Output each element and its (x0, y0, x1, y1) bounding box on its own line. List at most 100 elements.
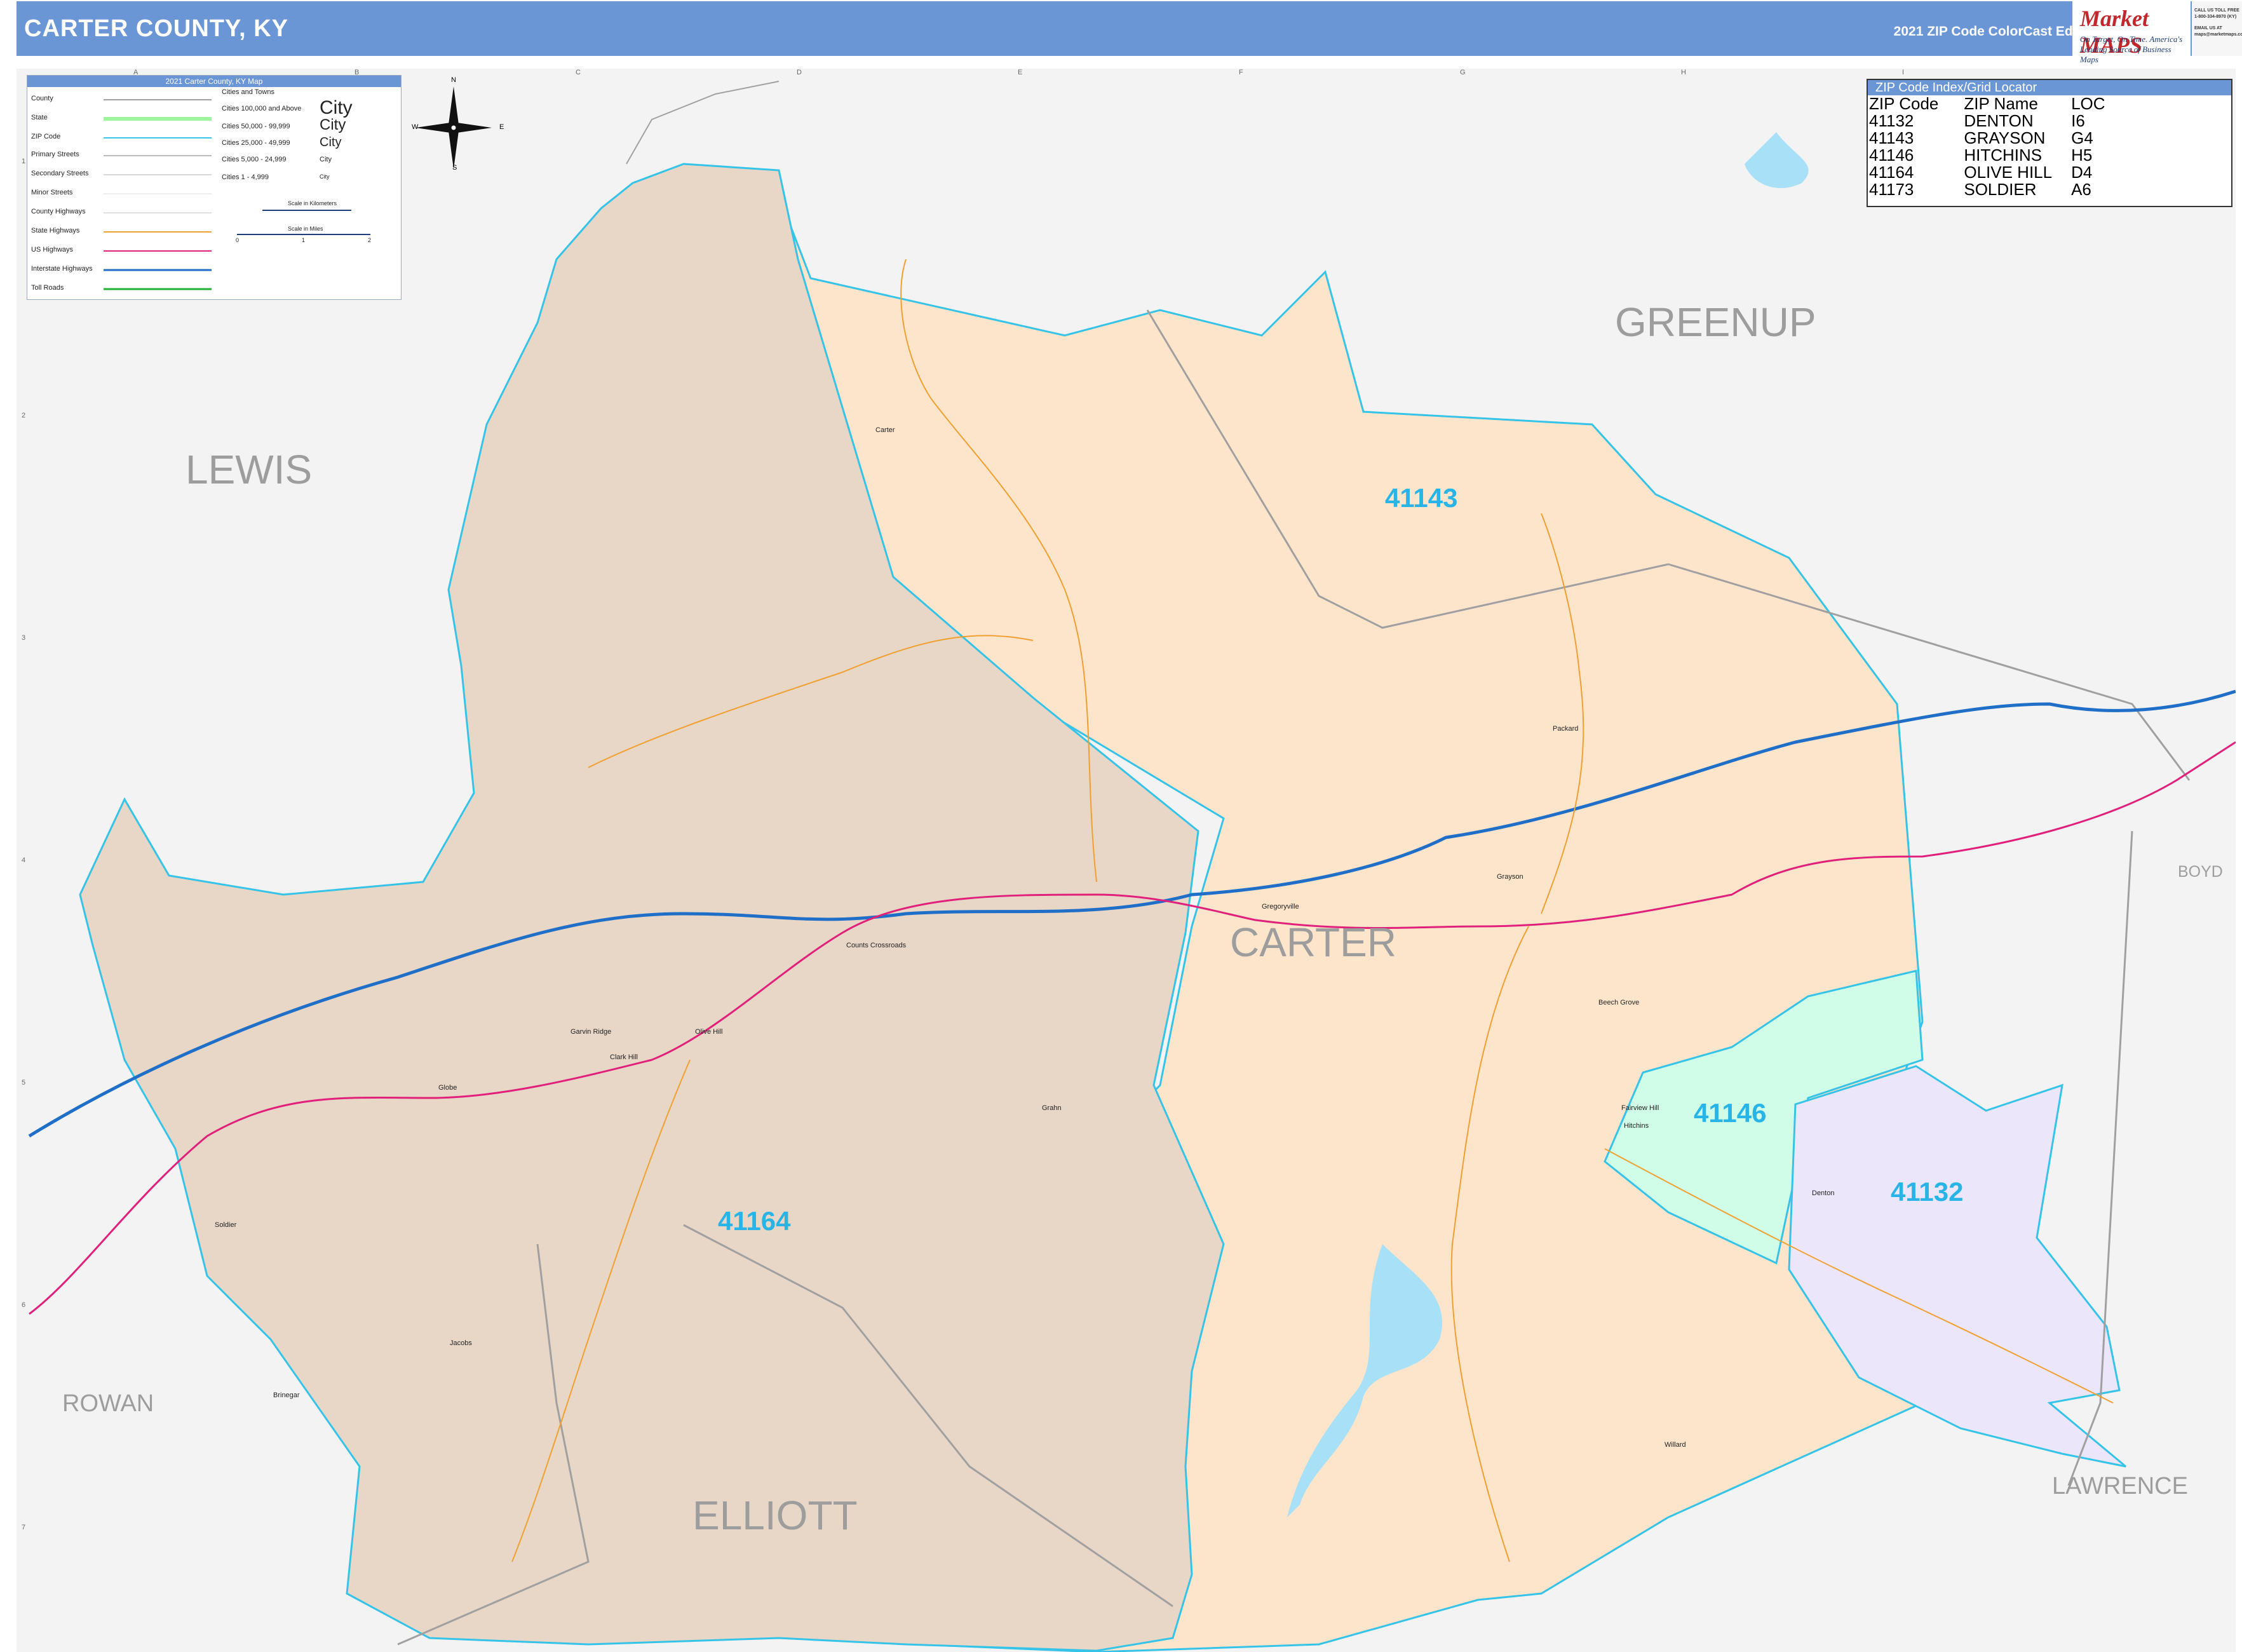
county-label-lawrence: LAWRENCE (2052, 1473, 2188, 1500)
grid-col-label: E (1018, 69, 1023, 76)
legend-scale-mi: Scale in Miles (288, 226, 323, 232)
zip-label-41143: 41143 (1385, 483, 1458, 513)
zip-index-title: ZIP Code Index/Grid Locator (1868, 80, 2231, 95)
zip-loc-cell: D4 (2071, 163, 2093, 182)
legend-city-sample: City (320, 97, 353, 118)
table-row[interactable]: 41173 SOLDIER A6 (1869, 181, 2112, 198)
legend-scale-tick: 2 (368, 237, 372, 243)
contact-line: CALL US TOLL FREE (2194, 8, 2239, 13)
grid-col-label: F (1239, 69, 1243, 76)
town-label: Globe (438, 1084, 457, 1092)
edition-label: 2021 ZIP Code ColorCast Edition (1893, 24, 2101, 39)
compass-e: E (499, 123, 504, 131)
contact-box: CALL US TOLL FREE 1-800-334-8970 (KY) EM… (2192, 1, 2242, 56)
grid-row-label: 3 (22, 634, 26, 642)
county-label-greenup: GREENUP (1615, 299, 1816, 345)
zip-label-41132: 41132 (1891, 1177, 1964, 1207)
town-label: Brinegar (273, 1391, 300, 1399)
town-label: Garvin Ridge (571, 1028, 612, 1036)
town-label: Willard (1665, 1441, 1686, 1449)
legend-cities-heading: Cities and Towns (222, 88, 274, 96)
legend-city-sample: City (320, 156, 332, 163)
zip-code-cell: 41132 (1869, 111, 1914, 130)
zip-index-grid: ZIP Code ZIP Name LOC 41132 DENTON I6 41… (1869, 95, 2112, 198)
grid-row-label: 6 (22, 1301, 26, 1309)
lake-north (1745, 132, 1809, 189)
compass-w: W (412, 123, 419, 131)
legend-scale-km: Scale in Kilometers (288, 200, 337, 207)
county-label-boyd: BOYD (2178, 863, 2223, 881)
town-label: Olive Hill (695, 1028, 723, 1036)
zip-label-41164: 41164 (718, 1206, 791, 1236)
compass-n: N (451, 76, 456, 84)
compass-rose-icon (415, 86, 492, 169)
legend-city-range: Cities 50,000 - 99,999 (222, 123, 290, 130)
town-label: Carter (875, 426, 895, 434)
zip-code-cell: 41146 (1869, 146, 1914, 165)
grid-col-label: D (797, 69, 802, 76)
map-canvas[interactable]: A B C D E F G H I 1 2 3 4 5 6 7 LEWIS GR… (17, 69, 2236, 1652)
map-title: CARTER COUNTY, KY (24, 15, 289, 42)
grid-col-label: H (1681, 69, 1686, 76)
legend-city-range: Cities 1 - 4,999 (222, 173, 269, 181)
town-label: Grayson (1497, 873, 1523, 881)
town-label: Soldier (215, 1221, 237, 1229)
column-header: ZIP Name (1964, 94, 2038, 113)
title-bar: CARTER COUNTY, KY 2021 ZIP Code ColorCas… (17, 1, 2222, 56)
town-label: Packard (1553, 725, 1579, 733)
zip-loc-cell: G4 (2071, 128, 2093, 147)
zip-name-cell: DENTON (1964, 111, 2034, 130)
contact-line: maps@marketmaps.com (2194, 32, 2242, 37)
zip-loc-cell: I6 (2071, 111, 2085, 130)
zip-code-cell: 41173 (1869, 180, 1914, 199)
grid-col-label: I (1902, 69, 1905, 76)
town-label: Counts Crossroads (846, 942, 907, 949)
table-row[interactable]: 41143 GRAYSON G4 (1869, 130, 2112, 147)
county-label-rowan: ROWAN (62, 1390, 154, 1417)
zip-code-cell: 41164 (1869, 163, 1914, 182)
legend-city-range: Cities 100,000 and Above (222, 105, 302, 112)
table-row[interactable]: 41146 HITCHINS H5 (1869, 147, 2112, 164)
table-header-row: ZIP Code ZIP Name LOC (1869, 95, 2112, 112)
map-svg (28, 81, 2236, 1652)
zip-index-table: ZIP Code Index/Grid Locator ZIP Code ZIP… (1867, 79, 2232, 207)
grid-col-label: C (576, 69, 581, 76)
county-label-carter: CARTER (1230, 919, 1396, 965)
town-label: Beech Grove (1598, 999, 1640, 1006)
town-label: Grahn (1042, 1104, 1062, 1112)
grid-row-label: 4 (22, 856, 26, 864)
grid-row-label: 5 (22, 1079, 26, 1087)
zip-name-cell: GRAYSON (1964, 128, 2046, 147)
zip-name-cell: HITCHINS (1964, 146, 2043, 165)
brand-tagline: On Target, On Time. America's Leading So… (2080, 34, 2183, 64)
town-label: Fairview Hill (1621, 1104, 1659, 1112)
zip-name-cell: OLIVE HILL (1964, 163, 2053, 182)
zip-name-cell: SOLDIER (1964, 180, 2037, 199)
table-row[interactable]: 41164 OLIVE HILL D4 (1869, 164, 2112, 181)
legend-city-sample: City (320, 173, 330, 180)
county-label-elliott: ELLIOTT (692, 1493, 858, 1538)
county-boundary (626, 81, 780, 165)
grid-col-label: G (1460, 69, 1466, 76)
legend-city-sample: City (320, 135, 342, 149)
grid-row-label: 7 (22, 1524, 26, 1531)
compass-s: S (452, 164, 457, 172)
zip-code-cell: 41143 (1869, 128, 1914, 147)
map-legend: 2021 Carter County, KY Map County State … (27, 75, 402, 300)
grid-row-label: 1 (22, 158, 26, 165)
market-maps-logo[interactable]: Market MAPS On Target, On Time. America'… (2072, 1, 2191, 64)
zip-label-41146: 41146 (1694, 1098, 1767, 1128)
county-label-lewis: LEWIS (186, 447, 313, 492)
legend-scale-tick: 1 (302, 237, 306, 243)
legend-city-range: Cities 5,000 - 24,999 (222, 156, 287, 163)
legend-city-sample: City (320, 116, 346, 133)
town-label: Denton (1812, 1189, 1835, 1197)
contact-line: 1-800-334-8970 (KY) (2194, 15, 2237, 19)
town-label: Clark Hill (610, 1053, 638, 1061)
town-label: Jacobs (450, 1339, 472, 1347)
legend-scale-tick: 0 (236, 237, 240, 243)
table-row[interactable]: 41132 DENTON I6 (1869, 112, 2112, 130)
column-header: LOC (2071, 94, 2105, 113)
legend-city-range: Cities 25,000 - 49,999 (222, 139, 290, 147)
zip-loc-cell: A6 (2071, 180, 2091, 199)
